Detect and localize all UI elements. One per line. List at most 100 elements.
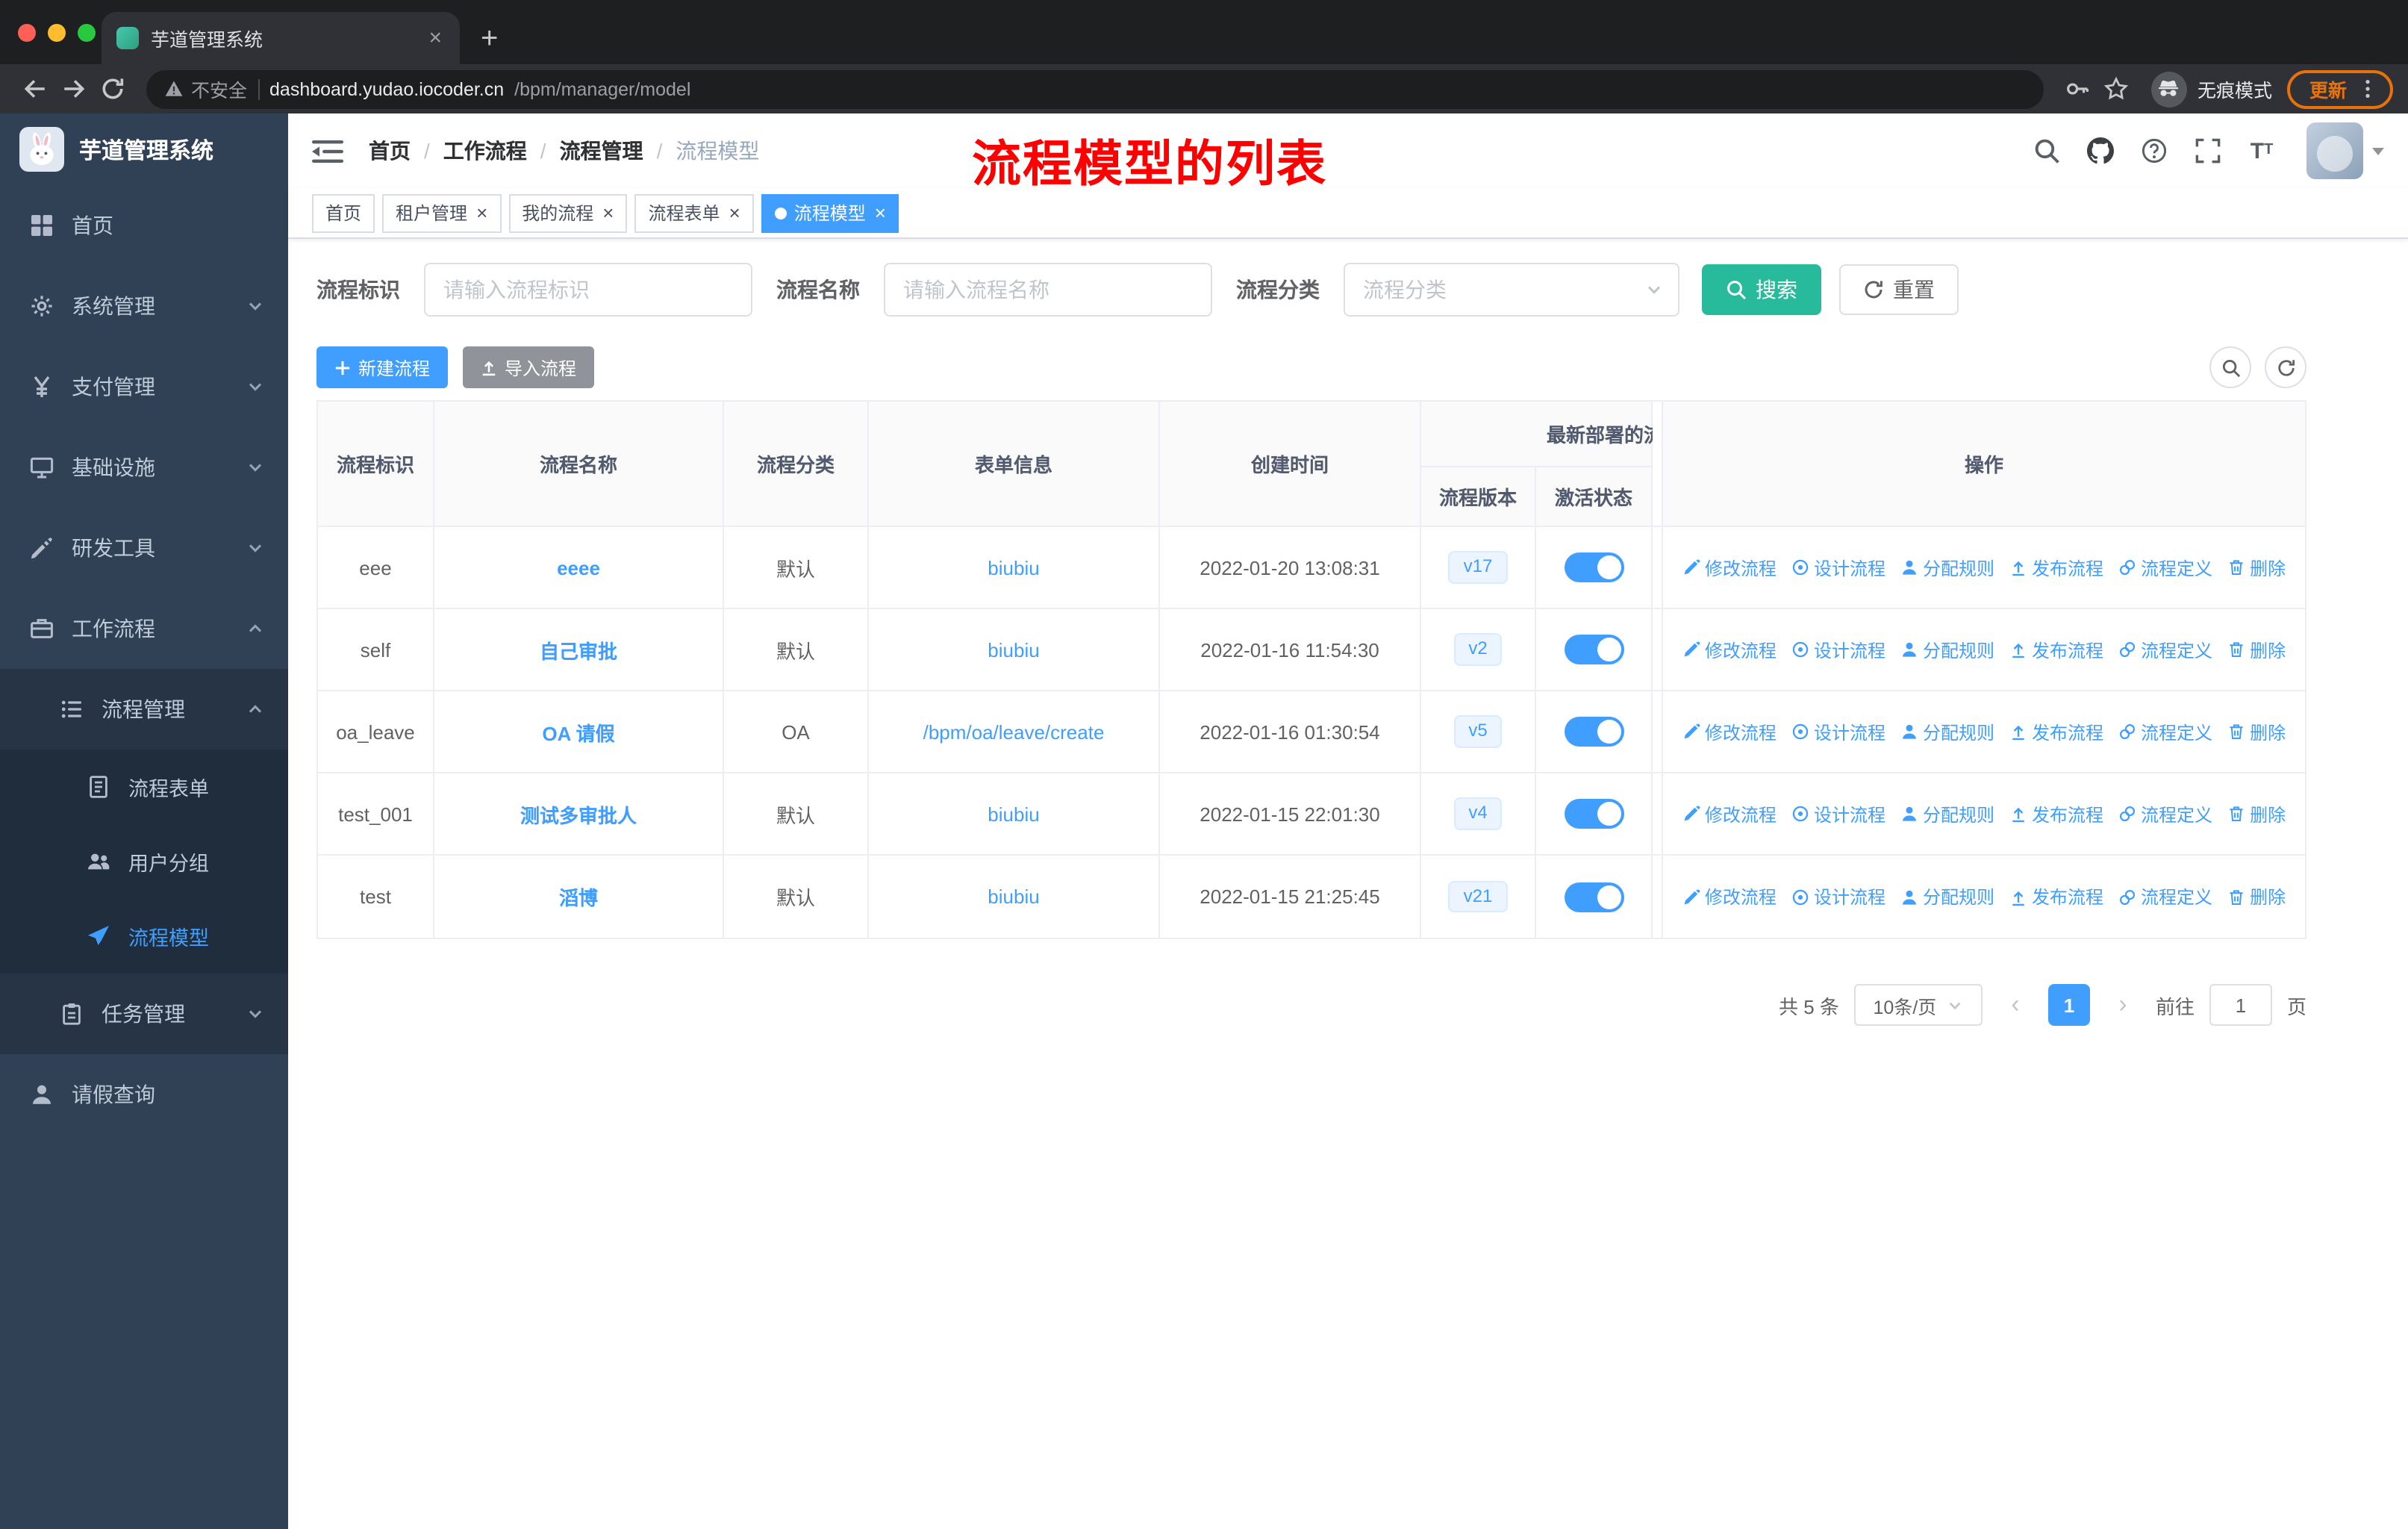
sidebar-item-process-management[interactable]: 流程管理	[0, 669, 288, 750]
action-assign-link[interactable]: 分配规则	[1900, 719, 1994, 744]
new-tab-button[interactable]: +	[481, 24, 498, 54]
browser-menu-kebab-icon[interactable]	[2357, 78, 2378, 100]
action-delete-link[interactable]: 删除	[2227, 555, 2286, 580]
sidebar-item-process-form[interactable]: 流程表单	[0, 750, 288, 824]
form-link[interactable]: biubiu	[988, 638, 1039, 661]
action-publish-link[interactable]: 发布流程	[2009, 884, 2103, 909]
process-name-link[interactable]: 自己审批	[540, 635, 617, 664]
sidebar-item-workflow[interactable]: 工作流程	[0, 588, 288, 669]
import-process-button[interactable]: 导入流程	[463, 346, 595, 388]
form-link[interactable]: biubiu	[988, 556, 1039, 579]
page-size-select[interactable]: 10条/页	[1853, 984, 1983, 1026]
search-button[interactable]: 搜索	[1702, 264, 1821, 315]
fullscreen-icon[interactable]	[2193, 136, 2223, 166]
active-toggle[interactable]	[1564, 635, 1623, 664]
action-design-link[interactable]: 设计流程	[1791, 637, 1885, 662]
action-definition-link[interactable]: 流程定义	[2118, 637, 2212, 662]
sidebar-logo[interactable]: 芋道管理系统	[0, 113, 288, 185]
tag-process-model[interactable]: 流程模型 ×	[761, 193, 899, 232]
help-icon[interactable]	[2139, 136, 2169, 166]
action-delete-link[interactable]: 删除	[2227, 801, 2286, 826]
active-toggle[interactable]	[1564, 799, 1623, 829]
breadcrumb-item-2[interactable]: 流程管理	[560, 136, 643, 166]
header-search-icon[interactable]	[2032, 136, 2062, 166]
action-modify-link[interactable]: 修改流程	[1682, 555, 1777, 580]
process-category-select[interactable]: 流程分类	[1344, 263, 1679, 317]
refresh-table-button[interactable]	[2265, 346, 2306, 388]
action-definition-link[interactable]: 流程定义	[2118, 719, 2212, 744]
tag-tenant[interactable]: 租户管理 ×	[382, 193, 502, 232]
browser-update-button[interactable]: 更新	[2286, 69, 2393, 108]
action-publish-link[interactable]: 发布流程	[2009, 801, 2103, 826]
sidebar-item-task-management[interactable]: 任务管理	[0, 974, 288, 1054]
action-publish-link[interactable]: 发布流程	[2009, 637, 2103, 662]
create-process-button[interactable]: 新建流程	[316, 346, 449, 388]
minimize-window-button[interactable]	[48, 24, 66, 42]
action-design-link[interactable]: 设计流程	[1791, 555, 1885, 580]
action-modify-link[interactable]: 修改流程	[1682, 801, 1777, 826]
tag-home[interactable]: 首页	[312, 193, 375, 232]
tag-my-process[interactable]: 我的流程 ×	[508, 193, 628, 232]
tag-close-icon[interactable]: ×	[875, 203, 886, 222]
version-tag[interactable]: v5	[1453, 715, 1503, 748]
process-name-link[interactable]: eeee	[557, 556, 600, 579]
zoom-window-button[interactable]	[78, 24, 96, 42]
forward-icon[interactable]	[54, 69, 93, 108]
action-definition-link[interactable]: 流程定义	[2118, 555, 2212, 580]
active-toggle[interactable]	[1564, 552, 1623, 582]
tag-close-icon[interactable]: ×	[602, 203, 614, 222]
browser-tab[interactable]: 芋道管理系统 ×	[102, 12, 460, 64]
process-name-link[interactable]: OA 请假	[542, 717, 614, 746]
action-delete-link[interactable]: 删除	[2227, 719, 2286, 744]
close-window-button[interactable]	[18, 24, 36, 42]
address-bar[interactable]: 不安全 dashboard.yudao.iocoder.cn/bpm/manag…	[146, 69, 2044, 108]
bookmark-star-icon[interactable]	[2097, 69, 2136, 108]
password-key-icon[interactable]	[2059, 69, 2097, 108]
version-tag[interactable]: v17	[1448, 551, 1508, 584]
show-search-button[interactable]	[2209, 346, 2251, 388]
sidebar-collapse-button[interactable]	[312, 138, 345, 164]
process-name-link[interactable]: 滔博	[559, 882, 598, 911]
tag-close-icon[interactable]: ×	[476, 203, 487, 222]
prev-page-button[interactable]: ‹	[1997, 984, 2033, 1026]
back-icon[interactable]	[15, 69, 54, 108]
action-definition-link[interactable]: 流程定义	[2118, 884, 2212, 909]
sidebar-item-user-group[interactable]: 用户分组	[0, 824, 288, 899]
incognito-chip[interactable]: 无痕模式	[2150, 71, 2272, 107]
form-link[interactable]: /bpm/oa/leave/create	[923, 720, 1105, 743]
action-assign-link[interactable]: 分配规则	[1900, 555, 1994, 580]
active-toggle[interactable]	[1564, 882, 1623, 912]
action-publish-link[interactable]: 发布流程	[2009, 719, 2103, 744]
process-name-input[interactable]	[884, 263, 1212, 317]
sidebar-item-payment-management[interactable]: 支付管理	[0, 346, 288, 427]
action-assign-link[interactable]: 分配规则	[1900, 637, 1994, 662]
version-tag[interactable]: v4	[1453, 797, 1503, 830]
sidebar-item-home[interactable]: 首页	[0, 185, 288, 266]
goto-page-input[interactable]	[2209, 984, 2272, 1026]
next-page-button[interactable]: ›	[2105, 984, 2141, 1026]
form-link[interactable]: biubiu	[988, 885, 1039, 908]
breadcrumb-item-0[interactable]: 首页	[369, 136, 411, 166]
process-name-link[interactable]: 测试多审批人	[520, 800, 637, 828]
security-chip[interactable]: 不安全	[164, 75, 247, 103]
action-delete-link[interactable]: 删除	[2227, 637, 2286, 662]
version-tag[interactable]: v2	[1453, 633, 1503, 666]
action-modify-link[interactable]: 修改流程	[1682, 637, 1777, 662]
version-tag[interactable]: v21	[1448, 880, 1508, 913]
user-menu[interactable]	[2306, 122, 2384, 179]
page-number-button[interactable]: 1	[2047, 984, 2090, 1026]
sidebar-item-leave-query[interactable]: 请假查询	[0, 1054, 288, 1135]
action-assign-link[interactable]: 分配规则	[1900, 801, 1994, 826]
action-modify-link[interactable]: 修改流程	[1682, 719, 1777, 744]
reset-button[interactable]: 重置	[1839, 264, 1959, 315]
sidebar-item-infrastructure[interactable]: 基础设施	[0, 427, 288, 508]
action-design-link[interactable]: 设计流程	[1791, 801, 1885, 826]
github-icon[interactable]	[2086, 136, 2115, 166]
font-size-icon[interactable]: TT	[2247, 136, 2277, 166]
action-publish-link[interactable]: 发布流程	[2009, 555, 2103, 580]
sidebar-item-dev-tools[interactable]: 研发工具	[0, 508, 288, 588]
action-definition-link[interactable]: 流程定义	[2118, 801, 2212, 826]
action-design-link[interactable]: 设计流程	[1791, 884, 1885, 909]
tag-process-form[interactable]: 流程表单 ×	[634, 193, 754, 232]
breadcrumb-item-1[interactable]: 工作流程	[443, 136, 527, 166]
